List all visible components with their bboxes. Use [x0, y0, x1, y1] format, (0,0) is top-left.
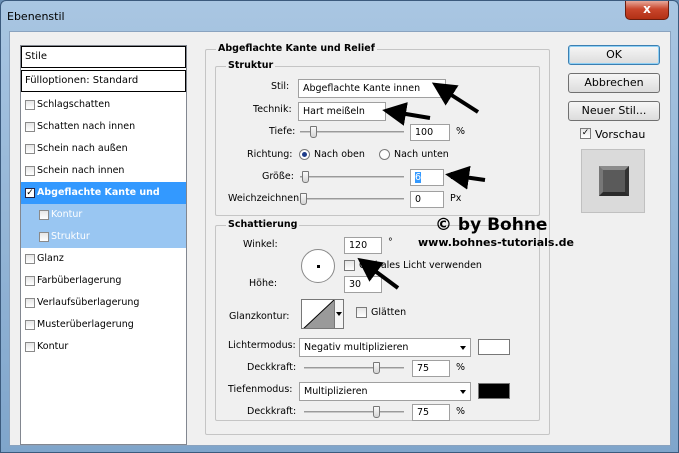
close-icon: x [643, 2, 651, 16]
close-button[interactable]: x [625, 1, 669, 20]
dialog-window: Ebenenstil x Stile Fülloptionen: Standar… [0, 0, 679, 453]
title-bar[interactable]: Ebenenstil x [1, 1, 678, 31]
dialog-client: Stile Fülloptionen: Standard Schlagschat… [9, 31, 671, 446]
arrow-size [445, 165, 486, 190]
arrow-style [431, 82, 480, 114]
window-title: Ebenenstil [7, 10, 65, 23]
annotation-arrows [357, 82, 486, 290]
arrow-technique [382, 102, 431, 126]
arrow-global-light [357, 257, 400, 290]
